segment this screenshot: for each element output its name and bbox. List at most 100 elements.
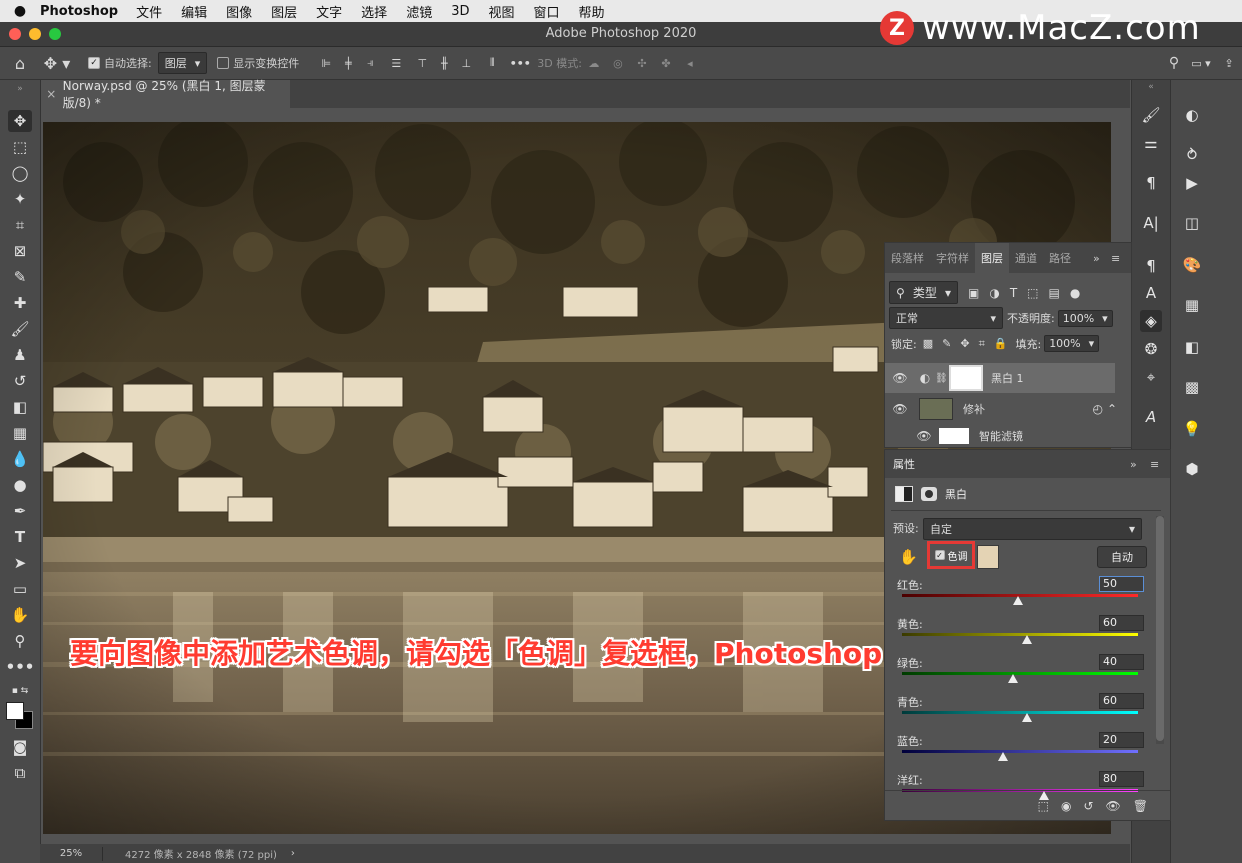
- blend-mode-dropdown[interactable]: 正常 ▾: [889, 307, 1003, 329]
- paths-panel-icon[interactable]: ⌖: [1140, 366, 1162, 388]
- collapse-panel-icon[interactable]: »: [1130, 458, 1150, 471]
- 3d-orbit-icon[interactable]: ☁: [582, 57, 606, 70]
- link-icon[interactable]: ⛓: [935, 373, 948, 384]
- brush-tool-icon[interactable]: 🖌: [8, 318, 32, 340]
- workspace-icon[interactable]: ▭ ▾: [1186, 57, 1216, 70]
- healing-brush-tool-icon[interactable]: ✚: [8, 292, 32, 314]
- clip-to-layer-icon[interactable]: ⬚: [1038, 799, 1049, 813]
- 3d-panel-icon[interactable]: ⬢: [1181, 458, 1203, 480]
- visibility-eye-icon[interactable]: 👁: [909, 429, 939, 443]
- actions-panel-icon[interactable]: ▶: [1181, 172, 1203, 194]
- slider-track-yellow[interactable]: [902, 633, 1138, 636]
- learn-panel-icon[interactable]: 💡: [1181, 418, 1203, 440]
- slider-value-yellow[interactable]: 60: [1099, 615, 1144, 631]
- rectangle-tool-icon[interactable]: ▭: [8, 578, 32, 600]
- screen-mode-icon[interactable]: ⧉: [8, 762, 32, 784]
- eyedropper-tool-icon[interactable]: ✎: [8, 266, 32, 288]
- slider-thumb-blue[interactable]: [998, 752, 1009, 761]
- layer-row-smart-filter[interactable]: 👁 智能滤镜: [885, 425, 1131, 447]
- swatches-panel-icon[interactable]: ▦: [1181, 294, 1203, 316]
- glyphs-panel-icon[interactable]: A: [1140, 406, 1162, 428]
- more-options-icon[interactable]: •••: [507, 57, 533, 70]
- history-brush-tool-icon[interactable]: ↺: [8, 370, 32, 392]
- align-right-icon[interactable]: ⫣: [359, 56, 381, 70]
- panel-menu-icon[interactable]: ≡: [1150, 458, 1170, 471]
- layers-panel-icon[interactable]: ◈: [1140, 310, 1162, 332]
- distribute-h-icon[interactable]: ☰: [381, 57, 411, 70]
- patterns-panel-icon[interactable]: ▩: [1181, 376, 1203, 398]
- app-menu[interactable]: Photoshop: [40, 4, 118, 19]
- apple-icon[interactable]: ●: [0, 3, 40, 19]
- crop-tool-icon[interactable]: ⌗: [8, 214, 32, 236]
- slider-thumb-green[interactable]: [1007, 674, 1018, 683]
- gradients-panel-icon[interactable]: ◧: [1181, 336, 1203, 358]
- filter-toggle-icon[interactable]: ●: [1070, 286, 1080, 300]
- adjustment-sliders-icon[interactable]: ⚌: [1140, 132, 1162, 154]
- align-vcenter-icon[interactable]: ╫: [433, 57, 455, 70]
- close-tab-icon[interactable]: ×: [40, 87, 63, 101]
- move-tool-icon[interactable]: ✥: [8, 110, 32, 132]
- view-previous-icon[interactable]: ◉: [1061, 799, 1071, 813]
- panel-menu-icon[interactable]: ≡: [1111, 252, 1131, 265]
- tint-checkbox[interactable]: ✓: [934, 550, 945, 560]
- hand-tool-icon[interactable]: ✋: [8, 604, 32, 626]
- opacity-field[interactable]: 100% ▾: [1057, 309, 1113, 327]
- show-transform-checkbox[interactable]: [217, 57, 230, 69]
- search-icon[interactable]: ⚲: [1162, 55, 1186, 71]
- slider-thumb-yellow[interactable]: [1022, 635, 1033, 644]
- zoom-level[interactable]: 25%: [40, 848, 102, 859]
- brush-settings-icon[interactable]: 🖌: [1140, 104, 1162, 126]
- lock-image-icon[interactable]: ✎: [942, 337, 951, 351]
- tab-channels[interactable]: 通道: [1009, 243, 1043, 273]
- 3d-scale-icon[interactable]: ◂: [678, 57, 702, 70]
- slider-value-blue[interactable]: 20: [1099, 732, 1144, 748]
- blur-tool-icon[interactable]: 💧: [8, 448, 32, 470]
- layer-mask-thumbnail[interactable]: [949, 365, 983, 391]
- layer-row-patch[interactable]: 👁 修补 ◴ ⌃: [885, 396, 1131, 422]
- tab-paths[interactable]: 路径: [1043, 243, 1077, 273]
- lock-transparent-icon[interactable]: ▩: [923, 337, 933, 351]
- zoom-tool-icon[interactable]: ⚲: [8, 630, 32, 652]
- color-panel-icon[interactable]: 🎨: [1181, 254, 1203, 276]
- filter-pixel-icon[interactable]: ▣: [968, 286, 979, 300]
- slider-value-magenta[interactable]: 80: [1099, 771, 1144, 787]
- libraries-panel-icon[interactable]: ◫: [1181, 212, 1203, 234]
- lock-all-icon[interactable]: 🔒: [994, 337, 1008, 351]
- channels-panel-icon[interactable]: ❂: [1140, 338, 1162, 360]
- marquee-tool-icon[interactable]: ⬚: [8, 136, 32, 158]
- paragraph-icon[interactable]: ¶: [1140, 172, 1162, 194]
- slider-track-green[interactable]: [902, 672, 1138, 675]
- properties-scrollbar[interactable]: [1156, 516, 1164, 744]
- 3d-roll-icon[interactable]: ◎: [606, 57, 630, 70]
- menu-edit[interactable]: 编辑: [181, 2, 207, 21]
- swap-colors-icon[interactable]: ▪ ⇆: [8, 680, 32, 702]
- slider-value-red[interactable]: 50: [1099, 576, 1144, 592]
- 3d-slide-icon[interactable]: ✤: [654, 57, 678, 70]
- magic-wand-tool-icon[interactable]: ✦: [8, 188, 32, 210]
- slider-track-blue[interactable]: [902, 750, 1138, 753]
- foreground-color-swatch[interactable]: [6, 702, 24, 720]
- filter-adjustment-icon[interactable]: ◑: [989, 286, 999, 300]
- collapse-toolbar-icon[interactable]: »: [8, 84, 32, 94]
- layer-filter-dropdown[interactable]: ⚲ 类型 ▾: [889, 281, 958, 304]
- fill-field[interactable]: 100% ▾: [1044, 335, 1100, 352]
- eraser-tool-icon[interactable]: ◧: [8, 396, 32, 418]
- mask-icon[interactable]: [921, 487, 937, 501]
- menu-view[interactable]: 视图: [488, 2, 514, 21]
- auto-button[interactable]: 自动: [1097, 546, 1147, 568]
- menu-select[interactable]: 选择: [361, 2, 387, 21]
- auto-select-checkbox[interactable]: ✓: [88, 57, 100, 69]
- expand-panels-icon[interactable]: «: [1140, 82, 1162, 92]
- tab-layers[interactable]: 图层: [975, 243, 1009, 273]
- slider-track-cyan[interactable]: [902, 711, 1138, 714]
- menu-type[interactable]: 文字: [316, 2, 342, 21]
- slider-thumb-red[interactable]: [1012, 596, 1023, 605]
- quick-mask-icon[interactable]: ◙: [8, 736, 32, 758]
- 3d-pan-icon[interactable]: ✣: [630, 57, 654, 70]
- align-top-icon[interactable]: ⊤: [411, 57, 433, 70]
- adjustments-panel-icon[interactable]: ◐: [1181, 104, 1203, 126]
- document-tab[interactable]: × Norway.psd @ 25% (黑白 1, 图层蒙版/8) *: [40, 79, 290, 110]
- preset-dropdown[interactable]: 自定 ▾: [923, 518, 1142, 540]
- history-panel-icon[interactable]: ⥁: [1181, 144, 1203, 166]
- filter-shape-icon[interactable]: ⬚: [1027, 286, 1038, 300]
